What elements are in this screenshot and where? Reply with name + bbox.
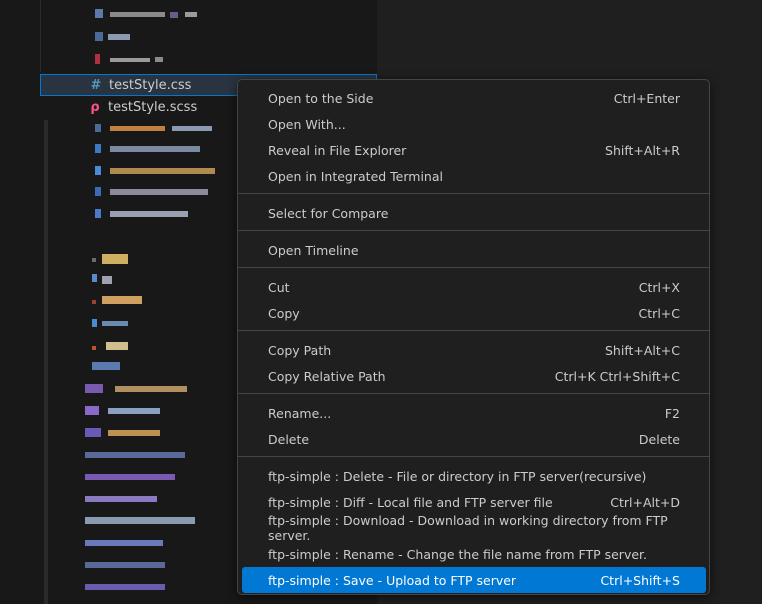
menu-item-shortcut: Shift+Alt+C xyxy=(604,342,680,358)
menu-item-label: ftp-simple : Delete - File or directory … xyxy=(268,468,647,484)
menu-item-shortcut: Ctrl+C xyxy=(638,305,680,321)
menu-separator xyxy=(238,393,709,394)
menu-item-ftp-rename[interactable]: ftp-simple : Rename - Change the file na… xyxy=(242,541,706,567)
menu-item-shortcut: Ctrl+Shift+S xyxy=(600,572,680,588)
menu-separator xyxy=(238,230,709,231)
obscured-file-row[interactable] xyxy=(0,270,240,286)
obscured-file-row[interactable] xyxy=(0,534,240,550)
file-name: testStyle.scss xyxy=(108,99,198,115)
obscured-file-row[interactable] xyxy=(0,250,240,266)
obscured-file-row[interactable] xyxy=(0,162,240,178)
menu-item-label: Open With... xyxy=(268,116,346,132)
menu-item-ftp-download[interactable]: ftp-simple : Download - Download in work… xyxy=(242,513,706,543)
menu-item-label: Copy Path xyxy=(268,342,332,358)
menu-item-shortcut: F2 xyxy=(664,405,680,421)
obscured-file-row[interactable] xyxy=(0,205,240,221)
obscured-file-row[interactable] xyxy=(0,140,240,156)
obscured-file-row[interactable] xyxy=(0,120,240,136)
obscured-file-row[interactable] xyxy=(0,468,240,484)
css-hash-icon: # xyxy=(90,77,102,93)
obscured-file-row[interactable] xyxy=(0,358,240,374)
menu-item-open-with[interactable]: Open With... xyxy=(242,111,706,137)
obscured-file-row[interactable] xyxy=(0,50,240,66)
obscured-file-row[interactable] xyxy=(0,315,240,331)
menu-item-label: ftp-simple : Diff - Local file and FTP s… xyxy=(268,494,553,510)
context-menu: Open to the Side Ctrl+Enter Open With...… xyxy=(237,79,710,595)
menu-item-ftp-diff[interactable]: ftp-simple : Diff - Local file and FTP s… xyxy=(242,489,706,515)
menu-item-label: Delete xyxy=(268,431,310,447)
obscured-file-row[interactable] xyxy=(0,338,240,354)
menu-item-copy-path[interactable]: Copy Path Shift+Alt+C xyxy=(242,337,706,363)
menu-item-shortcut: Shift+Alt+R xyxy=(605,142,680,158)
menu-item-copy-relative-path[interactable]: Copy Relative Path Ctrl+K Ctrl+Shift+C xyxy=(242,363,706,389)
sass-icon: ρ xyxy=(90,99,100,115)
obscured-file-row[interactable] xyxy=(0,512,240,528)
menu-item-open-in-integrated-terminal[interactable]: Open in Integrated Terminal xyxy=(242,163,706,189)
obscured-file-row[interactable] xyxy=(0,446,240,462)
menu-item-shortcut: Ctrl+X xyxy=(638,279,680,295)
menu-item-copy[interactable]: Copy Ctrl+C xyxy=(242,300,706,326)
menu-item-label: Open in Integrated Terminal xyxy=(268,168,443,184)
obscured-file-row[interactable] xyxy=(0,292,240,308)
menu-separator xyxy=(238,456,709,457)
menu-item-open-timeline[interactable]: Open Timeline xyxy=(242,237,706,263)
menu-item-rename[interactable]: Rename... F2 xyxy=(242,400,706,426)
obscured-file-row[interactable] xyxy=(0,380,240,396)
menu-item-open-to-the-side[interactable]: Open to the Side Ctrl+Enter xyxy=(242,85,706,111)
menu-item-label: Open Timeline xyxy=(268,242,359,258)
menu-item-shortcut: Ctrl+Alt+D xyxy=(610,494,680,510)
menu-item-label: ftp-simple : Download - Download in work… xyxy=(268,513,668,543)
obscured-file-row[interactable] xyxy=(0,556,240,572)
menu-item-shortcut: Ctrl+K Ctrl+Shift+C xyxy=(554,368,680,384)
menu-item-shortcut: Delete xyxy=(638,431,680,447)
menu-item-shortcut: Ctrl+Enter xyxy=(613,90,680,106)
menu-item-label: Rename... xyxy=(268,405,332,421)
obscured-file-row[interactable] xyxy=(0,402,240,418)
menu-item-label: Cut xyxy=(268,279,290,295)
menu-item-label: Open to the Side xyxy=(268,90,374,106)
obscured-file-row[interactable] xyxy=(0,5,240,21)
obscured-file-row[interactable] xyxy=(0,578,240,594)
file-name: testStyle.css xyxy=(109,77,192,93)
menu-item-label: ftp-simple : Save - Upload to FTP server xyxy=(268,572,517,588)
menu-separator xyxy=(238,267,709,268)
menu-item-label: Select for Compare xyxy=(268,205,389,221)
menu-item-reveal-in-file-explorer[interactable]: Reveal in File Explorer Shift+Alt+R xyxy=(242,137,706,163)
menu-item-label: ftp-simple : Rename - Change the file na… xyxy=(268,546,647,562)
menu-item-ftp-delete[interactable]: ftp-simple : Delete - File or directory … xyxy=(242,463,706,489)
menu-item-label: Copy xyxy=(268,305,300,321)
obscured-file-row[interactable] xyxy=(0,490,240,506)
menu-item-label: Reveal in File Explorer xyxy=(268,142,407,158)
obscured-file-row[interactable] xyxy=(0,424,240,440)
menu-item-cut[interactable]: Cut Ctrl+X xyxy=(242,274,706,300)
menu-separator xyxy=(238,330,709,331)
menu-item-delete[interactable]: Delete Delete xyxy=(242,426,706,452)
menu-separator xyxy=(238,193,709,194)
obscured-file-row[interactable] xyxy=(0,28,240,44)
menu-item-label: Copy Relative Path xyxy=(268,368,386,384)
obscured-file-row[interactable] xyxy=(0,183,240,199)
menu-item-select-for-compare[interactable]: Select for Compare xyxy=(242,200,706,226)
menu-item-ftp-save[interactable]: ftp-simple : Save - Upload to FTP server… xyxy=(242,567,706,593)
